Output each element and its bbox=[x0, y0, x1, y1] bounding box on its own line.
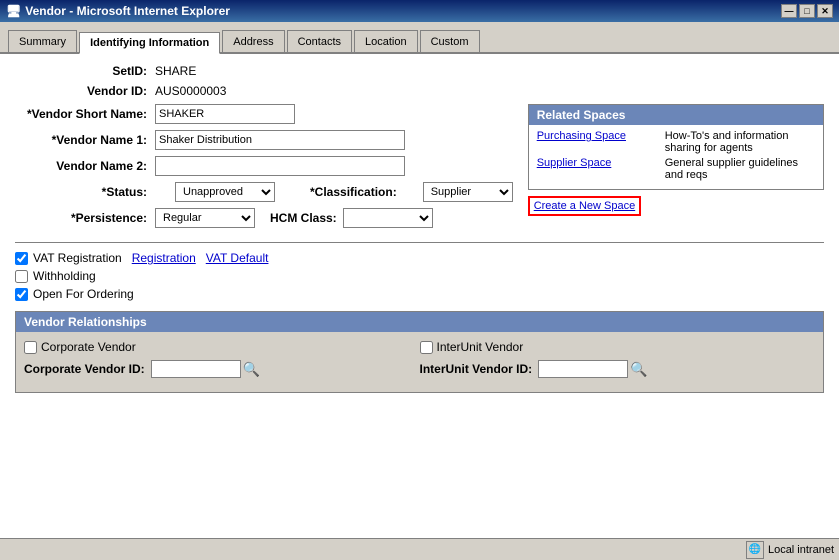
status-select[interactable]: Unapproved Approved Inactive bbox=[175, 182, 275, 202]
persistence-select[interactable]: Regular Single Pay bbox=[155, 208, 255, 228]
vat-registration-label: VAT Registration bbox=[33, 251, 122, 265]
divider-1 bbox=[15, 242, 824, 243]
vendor-name2-label: Vendor Name 2: bbox=[15, 159, 155, 173]
hcm-class-select[interactable] bbox=[343, 208, 433, 228]
vendor-rel-checkbox-row: Corporate Vendor InterUnit Vendor bbox=[24, 340, 815, 354]
setid-value: SHARE bbox=[155, 64, 196, 78]
tab-custom[interactable]: Custom bbox=[420, 30, 480, 52]
purchasing-space-desc: How-To's and information sharing for age… bbox=[657, 130, 815, 154]
open-for-ordering-row: Open For Ordering bbox=[15, 287, 824, 301]
corporate-vendor-id-label: Corporate Vendor ID: bbox=[24, 362, 145, 376]
vendor-short-name-label: *Vendor Short Name: bbox=[15, 107, 155, 121]
intranet-label: Local intranet bbox=[768, 544, 834, 556]
corporate-vendor-search-icon[interactable]: 🔍 bbox=[243, 361, 260, 378]
vendor-id-row: Vendor ID: AUS0000003 bbox=[15, 84, 824, 98]
supplier-space-link[interactable]: Supplier Space bbox=[537, 157, 657, 181]
vendor-relationships-header: Vendor Relationships bbox=[16, 312, 823, 332]
related-spaces-body: Purchasing Space How-To's and informatio… bbox=[529, 125, 823, 189]
related-spaces-panel: Related Spaces Purchasing Space How-To's… bbox=[528, 104, 824, 234]
persistence-hcm-row: *Persistence: Regular Single Pay HCM Cla… bbox=[15, 208, 513, 228]
intranet-icon: 🌐 bbox=[746, 541, 764, 559]
corporate-vendor-col: Corporate Vendor bbox=[24, 340, 420, 354]
open-for-ordering-label: Open For Ordering bbox=[33, 287, 134, 301]
maximize-button[interactable]: □ bbox=[799, 4, 815, 18]
title-bar-left: 🖥 Vendor - Microsoft Internet Explorer bbox=[6, 4, 230, 18]
setid-row: SetID: SHARE bbox=[15, 64, 824, 78]
space-row-supplier: Supplier Space General supplier guidelin… bbox=[537, 157, 815, 181]
vendor-name1-input[interactable] bbox=[155, 130, 405, 150]
classification-select[interactable]: Supplier Employee Attorney bbox=[423, 182, 513, 202]
vendor-name1-row: *Vendor Name 1: bbox=[15, 130, 513, 150]
interunit-vendor-id-input[interactable] bbox=[538, 360, 628, 378]
window-icon: 🖥 bbox=[6, 4, 21, 18]
withholding-row: Withholding bbox=[15, 269, 824, 283]
vat-default-link[interactable]: VAT Default bbox=[206, 251, 269, 265]
vendor-relationships-box: Vendor Relationships Corporate Vendor In… bbox=[15, 311, 824, 393]
corporate-vendor-checkbox[interactable] bbox=[24, 341, 37, 354]
title-bar: 🖥 Vendor - Microsoft Internet Explorer —… bbox=[0, 0, 839, 22]
interunit-vendor-label: InterUnit Vendor bbox=[437, 340, 524, 354]
status-classification-row: *Status: Unapproved Approved Inactive *C… bbox=[15, 182, 513, 202]
corporate-vendor-id-col: Corporate Vendor ID: 🔍 bbox=[24, 360, 420, 378]
interunit-vendor-checkbox[interactable] bbox=[420, 341, 433, 354]
vendor-name2-row: Vendor Name 2: bbox=[15, 156, 513, 176]
close-button[interactable]: ✕ bbox=[817, 4, 833, 18]
withholding-checkbox[interactable] bbox=[15, 270, 28, 283]
corporate-vendor-id-input[interactable] bbox=[151, 360, 241, 378]
status-label: *Status: bbox=[15, 185, 155, 199]
tab-location[interactable]: Location bbox=[354, 30, 418, 52]
related-spaces-header: Related Spaces bbox=[529, 105, 823, 125]
vendor-id-label: Vendor ID: bbox=[15, 84, 155, 98]
registration-link[interactable]: Registration bbox=[132, 251, 196, 265]
tab-bar: Summary Identifying Information Address … bbox=[0, 22, 839, 54]
minimize-button[interactable]: — bbox=[781, 4, 797, 18]
corporate-vendor-label: Corporate Vendor bbox=[41, 340, 136, 354]
vendor-short-name-input[interactable] bbox=[155, 104, 295, 124]
interunit-vendor-id-col: InterUnit Vendor ID: 🔍 bbox=[420, 360, 816, 378]
vendor-id-value: AUS0000003 bbox=[155, 84, 226, 98]
classification-label: *Classification: bbox=[310, 185, 397, 199]
tab-identifying-information[interactable]: Identifying Information bbox=[79, 32, 220, 54]
interunit-vendor-id-label: InterUnit Vendor ID: bbox=[420, 362, 533, 376]
tab-summary[interactable]: Summary bbox=[8, 30, 77, 52]
related-spaces-box: Related Spaces Purchasing Space How-To's… bbox=[528, 104, 824, 190]
vendor-id-fields-row: Corporate Vendor ID: 🔍 InterUnit Vendor … bbox=[24, 360, 815, 378]
interunit-vendor-col: InterUnit Vendor bbox=[420, 340, 816, 354]
interunit-vendor-search-icon[interactable]: 🔍 bbox=[630, 361, 647, 378]
withholding-label: Withholding bbox=[33, 269, 96, 283]
window-title: Vendor - Microsoft Internet Explorer bbox=[25, 4, 230, 18]
main-content: SetID: SHARE Vendor ID: AUS0000003 *Vend… bbox=[0, 54, 839, 538]
create-new-space-link[interactable]: Create a New Space bbox=[528, 196, 642, 216]
vendor-short-name-row: *Vendor Short Name: bbox=[15, 104, 513, 124]
title-bar-controls[interactable]: — □ ✕ bbox=[781, 4, 833, 18]
status-bar-right: 🌐 Local intranet bbox=[746, 541, 834, 559]
vendor-name2-input[interactable] bbox=[155, 156, 405, 176]
supplier-space-desc: General supplier guidelines and reqs bbox=[657, 157, 815, 181]
persistence-label: *Persistence: bbox=[15, 211, 155, 225]
status-bar: 🌐 Local intranet bbox=[0, 538, 839, 560]
tab-address[interactable]: Address bbox=[222, 30, 284, 52]
hcm-class-label: HCM Class: bbox=[270, 211, 337, 225]
space-row-purchasing: Purchasing Space How-To's and informatio… bbox=[537, 130, 815, 154]
vendor-name1-label: *Vendor Name 1: bbox=[15, 133, 155, 147]
vendor-relationships-body: Corporate Vendor InterUnit Vendor Corpor… bbox=[16, 332, 823, 392]
tab-contacts[interactable]: Contacts bbox=[287, 30, 352, 52]
setid-label: SetID: bbox=[15, 64, 155, 78]
purchasing-space-link[interactable]: Purchasing Space bbox=[537, 130, 657, 154]
vat-registration-row: VAT Registration Registration VAT Defaul… bbox=[15, 251, 824, 265]
vat-registration-checkbox[interactable] bbox=[15, 252, 28, 265]
open-for-ordering-checkbox[interactable] bbox=[15, 288, 28, 301]
